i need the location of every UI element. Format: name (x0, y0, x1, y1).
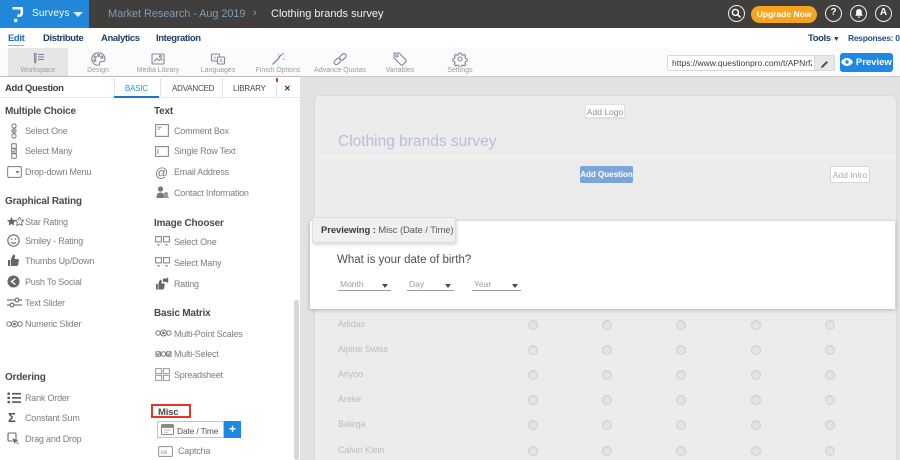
svg-text:va: va (161, 450, 168, 456)
